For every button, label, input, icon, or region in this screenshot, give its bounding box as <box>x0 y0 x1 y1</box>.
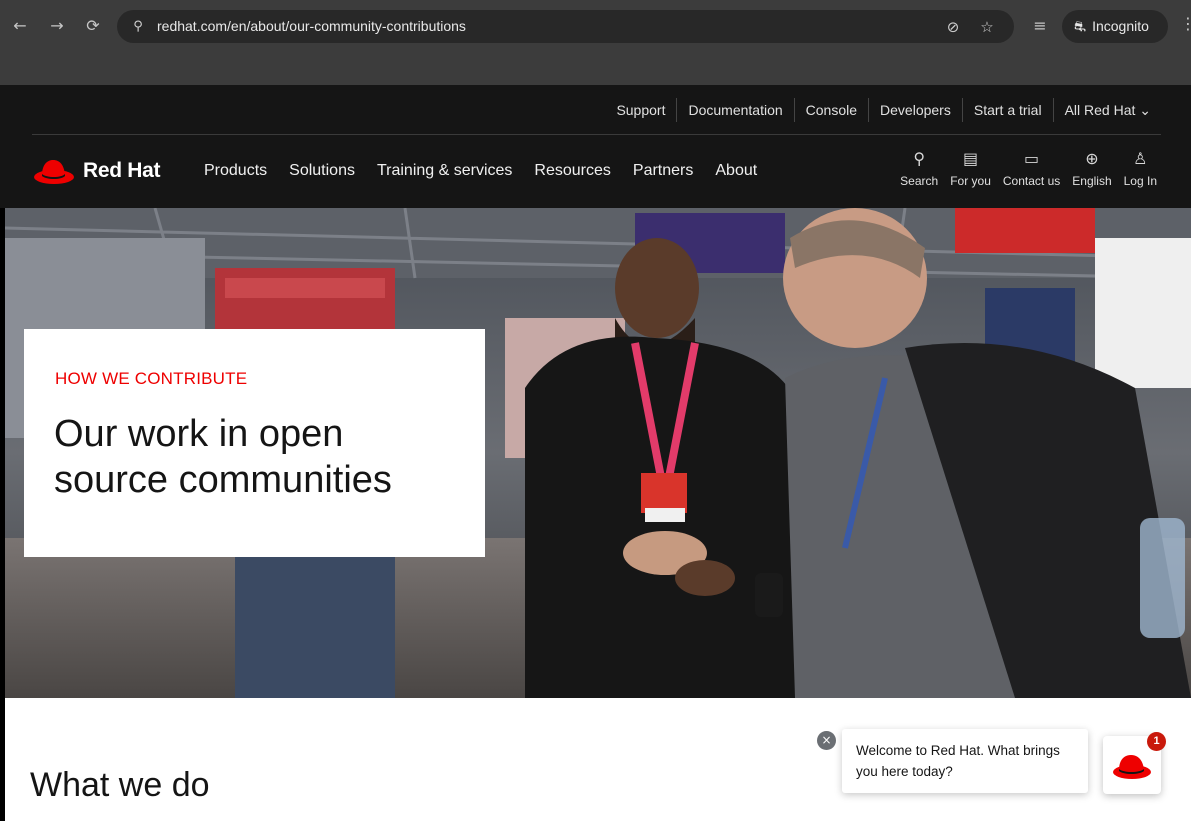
language-button[interactable]: ⊕ English <box>1072 148 1111 188</box>
document-icon: ▤ <box>962 149 979 168</box>
bookmark-star-icon[interactable]: ☆ <box>977 17 997 37</box>
language-label: English <box>1072 174 1112 188</box>
reload-button[interactable]: ⟳ <box>81 14 105 38</box>
search-label: Search <box>900 174 939 188</box>
back-button[interactable]: ← <box>8 14 32 38</box>
user-icon: ♙ <box>1133 149 1148 168</box>
nav-resources[interactable]: Resources <box>534 162 610 180</box>
header-tools: ⚲ Search ▤ For you ▭ Contact us ⊕ Englis… <box>888 148 1157 188</box>
hero-eyebrow: HOW WE CONTRIBUTE <box>55 369 248 388</box>
forward-button[interactable]: → <box>45 14 69 38</box>
utility-nav: Support Documentation Console Developers… <box>605 97 1162 123</box>
util-link-developers[interactable]: Developers <box>868 98 962 122</box>
incognito-icon: ⛐ <box>1074 19 1087 35</box>
util-link-documentation[interactable]: Documentation <box>676 98 793 122</box>
nav-training-services[interactable]: Training & services <box>377 162 512 180</box>
site-info-icon[interactable]: ⚲ <box>129 18 147 36</box>
eye-off-icon[interactable]: ⊘ <box>943 17 963 37</box>
hero-card: HOW WE CONTRIBUTE Our work in open sourc… <box>24 329 485 557</box>
browser-toolbar: ← → ⟳ ⚲ redhat.com/en/about/our-communit… <box>0 0 1191 52</box>
incognito-badge[interactable]: ⛐ Incognito <box>1062 10 1168 43</box>
chat-close-button[interactable]: × <box>817 731 836 750</box>
url-text[interactable]: redhat.com/en/about/our-community-contri… <box>157 18 466 34</box>
site-header: Support Documentation Console Developers… <box>0 85 1191 208</box>
nav-about[interactable]: About <box>715 162 757 180</box>
for-you-button[interactable]: ▤ For you <box>950 148 991 188</box>
red-hat-logo[interactable]: Red Hat <box>33 156 161 186</box>
hero-title: Our work in open source communities <box>54 413 392 501</box>
log-in-label: Log In <box>1123 174 1157 188</box>
red-hat-logo-icon <box>34 160 74 184</box>
browser-chrome: ← → ⟳ ⚲ redhat.com/en/about/our-communit… <box>0 0 1191 85</box>
incognito-label: Incognito <box>1092 18 1149 34</box>
nav-partners[interactable]: Partners <box>633 162 693 180</box>
nav-products[interactable]: Products <box>204 162 267 180</box>
search-icon: ⚲ <box>913 149 926 168</box>
header-divider <box>32 134 1161 135</box>
chat-welcome-bubble[interactable]: Welcome to Red Hat. What brings you here… <box>842 729 1088 793</box>
hero-banner: HOW WE CONTRIBUTE Our work in open sourc… <box>5 208 1191 698</box>
main-nav: Products Solutions Training & services R… <box>204 162 779 180</box>
brand-name: Red Hat <box>83 159 161 182</box>
address-bar[interactable]: ⚲ redhat.com/en/about/our-community-cont… <box>117 10 1014 43</box>
contact-us-label: Contact us <box>1002 174 1061 188</box>
util-link-start-trial[interactable]: Start a trial <box>961 98 1053 122</box>
util-link-all-red-hat[interactable]: All Red Hat ⌄ <box>1052 98 1162 122</box>
contact-us-button[interactable]: ▭ Contact us <box>1003 148 1060 188</box>
section-title: What we do <box>30 766 210 804</box>
browser-menu-icon[interactable]: ⋮ <box>1180 14 1191 33</box>
log-in-button[interactable]: ♙ Log In <box>1124 148 1157 188</box>
for-you-label: For you <box>950 174 991 188</box>
util-link-support[interactable]: Support <box>605 98 676 122</box>
globe-icon: ⊕ <box>1085 149 1099 168</box>
reading-list-icon[interactable]: ≡ <box>1028 14 1052 38</box>
search-button[interactable]: ⚲ Search <box>900 148 938 188</box>
chat-icon: ▭ <box>1024 149 1040 168</box>
nav-solutions[interactable]: Solutions <box>289 162 355 180</box>
util-link-console[interactable]: Console <box>793 98 868 122</box>
chat-welcome-message: Welcome to Red Hat. What brings you here… <box>856 743 1060 779</box>
chat-notification-badge: 1 <box>1147 732 1166 751</box>
